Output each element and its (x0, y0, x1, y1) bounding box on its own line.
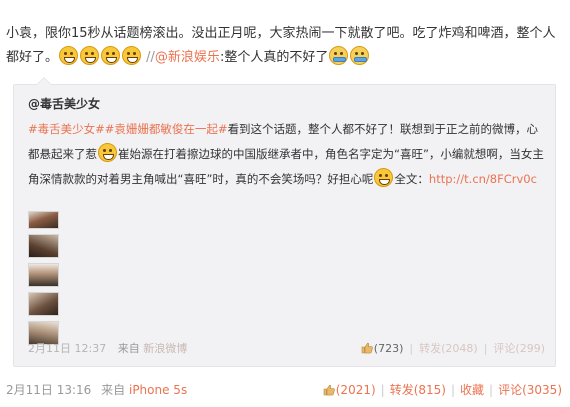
image-thumbnail[interactable] (28, 234, 59, 258)
smile-emoji-icon (101, 46, 121, 65)
hashtag-link[interactable]: #袁姗姗都敏俊在一起# (105, 122, 228, 136)
quoted-meta: 2月11日 12:37 来自 新浪微博 (28, 340, 187, 356)
like-count: (2021) (335, 383, 376, 397)
smile-emoji-icon (122, 46, 142, 65)
cry-emoji-icon (329, 46, 349, 65)
comment-button[interactable]: 评论(3035) (498, 383, 562, 397)
from-label: 来自 (117, 342, 140, 355)
divider: | (489, 383, 494, 397)
repost-separator: // (146, 50, 155, 65)
repost-comment: :整个人真的不好了 (219, 50, 329, 65)
mention-link[interactable]: @新浪娱乐 (155, 50, 220, 65)
smile-emoji-icon (80, 46, 100, 65)
quoted-footer: 2月11日 12:37 来自 新浪微博 (723) | 转发(2048) | 评论(29… (28, 340, 545, 356)
quoted-time-link[interactable]: 2月11日 12:37 (28, 342, 106, 355)
divider: | (483, 342, 488, 355)
quoted-body-3: 全文： (394, 172, 429, 186)
quoted-actions: (723) | 转发(2048) | 评论(299) (361, 340, 545, 356)
quoted-repost-button[interactable]: 转发(2048) (419, 342, 478, 355)
post-meta: 2月11日 13:16 来自 iPhone 5s (6, 381, 187, 398)
worried-emoji-icon (98, 143, 117, 162)
hashtag-link[interactable]: #毒舌美少女# (28, 122, 105, 136)
worried-emoji-icon (374, 168, 394, 187)
quoted-comment-button[interactable]: 评论(299) (493, 342, 545, 355)
device-link[interactable]: iPhone 5s (129, 383, 187, 397)
post-time-link[interactable]: 2月11日 13:16 (6, 383, 91, 397)
thumbs-up-icon (361, 342, 373, 354)
post-actions: (2021) | 转发(815) | 收藏 | 评论(3035) (323, 381, 562, 398)
thumbnail-list (28, 211, 62, 350)
like-button[interactable]: (2021) (323, 383, 376, 397)
image-thumbnail[interactable] (28, 211, 59, 229)
image-thumbnail[interactable] (28, 263, 59, 287)
divider: | (380, 383, 385, 397)
quoted-author-link[interactable]: @毒舌美少女 (28, 95, 100, 112)
quote-arrow (36, 77, 52, 85)
divider: | (450, 383, 456, 397)
smile-emoji-icon (59, 46, 79, 65)
quoted-like-button[interactable]: (723) (361, 342, 404, 355)
short-link[interactable]: http://t.cn/8FCrv0c (429, 172, 537, 186)
divider: | (409, 342, 414, 355)
quoted-text: #毒舌美少女##袁姗姗都敏俊在一起#看到这个话题，整个人都不好了！联想到于正之前… (28, 117, 548, 192)
quoted-post: @毒舌美少女 #毒舌美少女##袁姗姗都敏俊在一起#看到这个话题，整个人都不好了！… (13, 77, 556, 367)
post-text: 小袁，限你15秒从话题榜滚出。没出正月呢，大家热闹一下就散了吧。吃了炸鸡和啤酒，… (6, 22, 562, 70)
image-thumbnail[interactable] (28, 292, 59, 316)
post-footer: 2月11日 13:16 来自 iPhone 5s (2021) | 转发(815) |… (6, 381, 562, 397)
from-label: 来自 (101, 383, 126, 397)
thumbs-up-icon (323, 384, 335, 396)
quoted-like-count: (723) (373, 342, 404, 355)
cry-emoji-icon (350, 46, 370, 65)
favorite-button[interactable]: 收藏 (460, 383, 484, 397)
repost-button[interactable]: 转发(815) (390, 383, 446, 397)
quoted-source-link[interactable]: 新浪微博 (143, 342, 187, 355)
